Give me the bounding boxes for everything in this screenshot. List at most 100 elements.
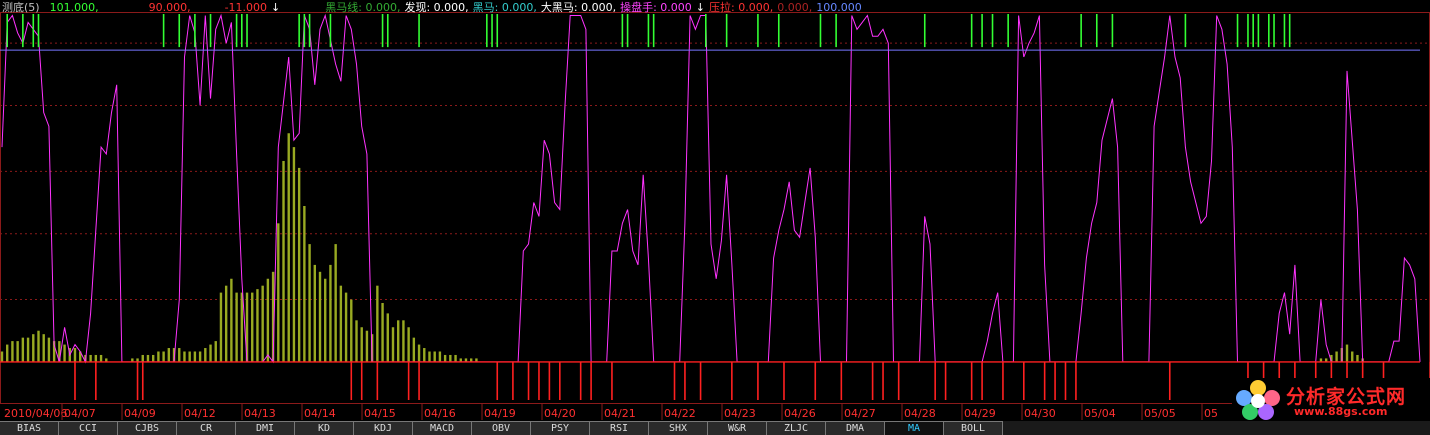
tab-dmi[interactable]: DMI bbox=[236, 421, 295, 435]
bar-5 bbox=[26, 337, 30, 362]
tab-psy[interactable]: PSY bbox=[531, 421, 590, 435]
bar-30 bbox=[157, 351, 160, 362]
bar-48 bbox=[251, 292, 254, 362]
bar-258 bbox=[1345, 344, 1349, 362]
header-item-10: ↓ bbox=[695, 1, 705, 14]
bar-75 bbox=[391, 327, 395, 362]
xlabel-18: 05/04 bbox=[1084, 407, 1116, 420]
header-item-5: 黑马线: 0.000, bbox=[325, 1, 401, 14]
bar-12 bbox=[63, 344, 66, 362]
bar-87 bbox=[454, 354, 457, 362]
xlabel-15: 04/28 bbox=[904, 407, 936, 420]
tab-obv[interactable]: OBV bbox=[472, 421, 531, 435]
bar-76 bbox=[397, 320, 400, 362]
bar-29 bbox=[151, 354, 155, 362]
xlabel-2: 04/09 bbox=[124, 407, 156, 420]
bar-37 bbox=[193, 351, 197, 362]
tab-cci[interactable]: CCI bbox=[59, 421, 118, 435]
bar-19 bbox=[99, 354, 103, 362]
bar-61 bbox=[318, 271, 322, 362]
tab-kd[interactable]: KD bbox=[295, 421, 354, 435]
tab-kdj[interactable]: KDJ bbox=[354, 421, 413, 435]
bar-55 bbox=[287, 133, 290, 362]
xlabel-5: 04/14 bbox=[304, 407, 336, 420]
bar-70 bbox=[365, 330, 369, 362]
bar-79 bbox=[412, 337, 416, 362]
tab-cjbs[interactable]: CJBS bbox=[118, 421, 177, 435]
bar-4 bbox=[21, 337, 25, 362]
tab-dma[interactable]: DMA bbox=[826, 421, 885, 435]
header-item-8: 大黑马: 0.000, bbox=[540, 1, 617, 14]
header-item-3: -11.000 bbox=[224, 1, 268, 14]
bar-9 bbox=[47, 337, 51, 362]
header-item-7: 黑马: 0.000, bbox=[472, 1, 537, 14]
tab-boll[interactable]: BOLL bbox=[944, 421, 1003, 435]
bar-34 bbox=[178, 348, 181, 362]
bar-0 bbox=[0, 351, 4, 362]
bar-63 bbox=[329, 264, 332, 362]
xlabel-4: 04/13 bbox=[244, 407, 276, 420]
xlabel-0: 2010/04/06 bbox=[4, 407, 67, 420]
xlabel-7: 04/16 bbox=[424, 407, 456, 420]
bar-65 bbox=[339, 285, 343, 362]
bar-57 bbox=[297, 167, 301, 362]
bar-39 bbox=[204, 348, 207, 362]
header-item-13: 100.000 bbox=[816, 1, 862, 14]
tab-ma[interactable]: MA bbox=[885, 421, 944, 435]
bar-1 bbox=[6, 344, 9, 362]
bar-3 bbox=[16, 341, 19, 362]
xlabel-12: 04/23 bbox=[724, 407, 756, 420]
indicator-chart[interactable]: 2010/04/0604/07 04/09 04/12 04/13 04/14 04/15… bbox=[0, 0, 1430, 421]
tab-macd[interactable]: MACD bbox=[413, 421, 472, 435]
xlabel-20: 05 bbox=[1204, 407, 1218, 420]
xlabel-11: 04/22 bbox=[664, 407, 696, 420]
bar-62 bbox=[324, 278, 327, 362]
xlabel-8: 04/19 bbox=[484, 407, 516, 420]
header-item-1: 101.000, bbox=[49, 1, 99, 14]
bar-2 bbox=[11, 341, 14, 362]
logo-url: www.88gs.com bbox=[1294, 405, 1388, 418]
bar-50 bbox=[261, 285, 264, 362]
bar-36 bbox=[188, 351, 191, 362]
bar-45 bbox=[235, 292, 238, 362]
xlabel-3: 04/12 bbox=[184, 407, 216, 420]
bar-85 bbox=[443, 354, 447, 362]
bar-78 bbox=[407, 327, 410, 362]
bar-7 bbox=[37, 330, 40, 362]
bar-46 bbox=[240, 292, 244, 362]
bar-44 bbox=[230, 278, 233, 362]
bar-59 bbox=[308, 244, 311, 362]
bar-58 bbox=[303, 206, 306, 362]
bar-8 bbox=[42, 334, 45, 362]
tab-cr[interactable]: CR bbox=[177, 421, 236, 435]
bar-53 bbox=[277, 223, 280, 362]
bar-56 bbox=[292, 147, 296, 362]
bar-83 bbox=[433, 351, 436, 362]
bar-81 bbox=[423, 348, 426, 362]
xlabel-14: 04/27 bbox=[844, 407, 876, 420]
site-logo: 分析家公式网 www.88gs.com bbox=[1232, 378, 1430, 422]
xlabel-19: 05/05 bbox=[1144, 407, 1176, 420]
bar-54 bbox=[282, 160, 285, 362]
tab-shx[interactable]: SHX bbox=[649, 421, 708, 435]
xlabel-16: 04/29 bbox=[964, 407, 996, 420]
xlabel-17: 04/30 bbox=[1024, 407, 1056, 420]
bar-74 bbox=[386, 313, 389, 362]
bar-43 bbox=[224, 285, 228, 362]
bar-49 bbox=[256, 289, 259, 362]
bar-66 bbox=[344, 292, 348, 362]
bar-18 bbox=[94, 354, 98, 362]
bar-35 bbox=[183, 351, 186, 362]
bar-256 bbox=[1335, 351, 1338, 362]
bar-27 bbox=[141, 354, 144, 362]
bar-42 bbox=[219, 292, 223, 362]
bar-260 bbox=[1356, 354, 1359, 362]
bar-51 bbox=[266, 278, 270, 362]
xlabel-1: 04/07 bbox=[64, 407, 96, 420]
header-item-6: 发现: 0.000, bbox=[404, 1, 469, 14]
tab-rsi[interactable]: RSI bbox=[590, 421, 649, 435]
tab-zljc[interactable]: ZLJC bbox=[767, 421, 826, 435]
tab-wr[interactable]: W&R bbox=[708, 421, 767, 435]
bar-68 bbox=[355, 320, 358, 362]
tab-bias[interactable]: BIAS bbox=[0, 421, 59, 435]
